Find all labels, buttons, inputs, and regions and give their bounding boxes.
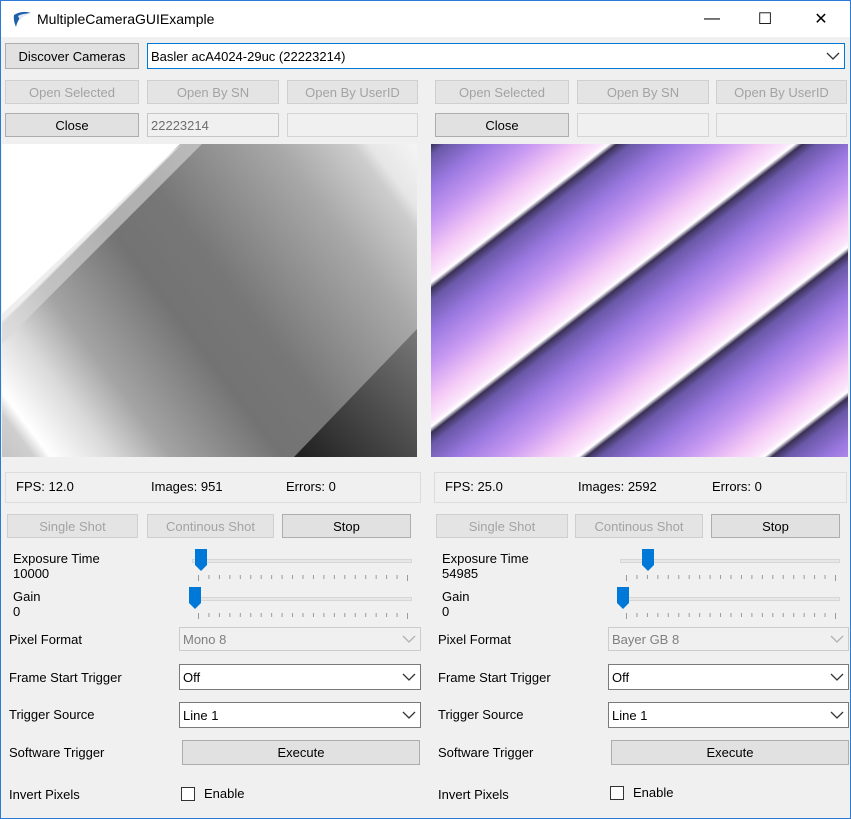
cam2-frame-start-select[interactable]: Off: [608, 664, 849, 690]
cam2-open-selected-button[interactable]: Open Selected: [435, 80, 569, 104]
cam2-stop-button[interactable]: Stop: [711, 514, 840, 538]
cam2-image-view: [431, 144, 848, 457]
cam2-userid-field[interactable]: [716, 113, 847, 137]
close-window-button[interactable]: ✕: [798, 1, 844, 37]
cam2-exposure-slider[interactable]: [613, 547, 843, 583]
minimize-icon: —: [704, 10, 720, 27]
slider-ticks: [626, 613, 836, 619]
chevron-down-icon: [402, 635, 416, 643]
cam1-pixel-format-select[interactable]: Mono 8: [179, 627, 421, 651]
cam1-stop-button[interactable]: Stop: [282, 514, 411, 538]
cam1-exposure-label: Exposure Time: [13, 551, 100, 566]
cam1-single-shot-button[interactable]: Single Shot: [7, 514, 138, 538]
cam2-errors-label: Errors: 0: [712, 479, 762, 494]
cam1-execute-button[interactable]: Execute: [182, 740, 420, 765]
cam2-pixel-format-label: Pixel Format: [438, 632, 511, 647]
chevron-down-icon: [826, 52, 840, 60]
cam1-images-label: Images: 951: [151, 479, 223, 494]
cam1-frame-start-select[interactable]: Off: [179, 664, 421, 690]
cam1-pixel-format-value: Mono 8: [183, 631, 227, 647]
cam2-enable-label[interactable]: Enable: [633, 785, 673, 800]
cam1-status-panel: FPS: 12.0 Images: 951 Errors: 0: [5, 472, 421, 503]
cam1-open-by-userid-button[interactable]: Open By UserID: [287, 80, 418, 104]
cam1-gain-slider[interactable]: [185, 585, 415, 621]
main-window: MultipleCameraGUIExample — ☐ ✕ Discover …: [0, 0, 851, 819]
cam2-open-by-userid-button[interactable]: Open By UserID: [716, 80, 847, 104]
window-title: MultipleCameraGUIExample: [37, 11, 215, 27]
cam1-fps-label: FPS: 12.0: [16, 479, 74, 494]
cam2-gain-slider[interactable]: [613, 585, 843, 621]
cam2-frame-start-value: Off: [612, 669, 630, 685]
cam2-exposure-value: 54985: [442, 566, 479, 581]
app-icon: [13, 11, 31, 27]
maximize-icon: ☐: [757, 11, 773, 28]
cam1-enable-label[interactable]: Enable: [204, 786, 244, 801]
slider-ticks: [198, 575, 408, 581]
cam1-userid-field[interactable]: [287, 113, 418, 137]
cam2-open-by-sn-button[interactable]: Open By SN: [577, 80, 709, 104]
chevron-down-icon: [402, 673, 416, 681]
slider-thumb[interactable]: [617, 587, 629, 609]
cam1-trigger-source-label: Trigger Source: [9, 707, 95, 722]
slider-ticks: [198, 613, 408, 619]
cam1-frame-start-label: Frame Start Trigger: [9, 670, 122, 685]
cam1-gain-label: Gain: [13, 589, 41, 604]
cam2-single-shot-button[interactable]: Single Shot: [436, 514, 568, 538]
slider-thumb[interactable]: [641, 549, 654, 571]
cam2-close-button[interactable]: Close: [435, 113, 569, 137]
slider-thumb[interactable]: [189, 587, 201, 609]
cam2-gain-value: 0: [442, 604, 450, 619]
chevron-down-icon: [402, 711, 416, 719]
cam2-gain-label: Gain: [442, 589, 470, 604]
cam1-enable-checkbox[interactable]: [181, 787, 195, 801]
discover-cameras-button[interactable]: Discover Cameras: [5, 43, 139, 69]
camera-select[interactable]: Basler acA4024-29uc (22223214): [147, 43, 845, 69]
chevron-down-icon: [830, 711, 844, 719]
cam2-frame-start-label: Frame Start Trigger: [438, 670, 551, 685]
cam1-errors-label: Errors: 0: [286, 479, 336, 494]
cam2-trigger-source-label: Trigger Source: [438, 707, 524, 722]
cam1-image-view: [2, 144, 417, 457]
cam1-close-button[interactable]: Close: [5, 113, 139, 137]
cam2-trigger-source-select[interactable]: Line 1: [608, 702, 849, 728]
cam2-pixel-format-value: Bayer GB 8: [612, 631, 680, 647]
cam1-open-by-sn-button[interactable]: Open By SN: [147, 80, 279, 104]
cam1-software-trigger-label: Software Trigger: [9, 745, 105, 760]
cam1-continuous-shot-button[interactable]: Continous Shot: [147, 514, 274, 538]
cam2-status-panel: FPS: 25.0 Images: 2592 Errors: 0: [434, 472, 847, 503]
cam1-open-selected-button[interactable]: Open Selected: [5, 80, 139, 104]
cam1-exposure-slider[interactable]: [185, 547, 415, 583]
cam1-exposure-value: 10000: [13, 566, 50, 581]
cam2-sn-field[interactable]: [577, 113, 709, 137]
cam2-software-trigger-label: Software Trigger: [438, 745, 534, 760]
chevron-down-icon: [830, 635, 844, 643]
close-icon: ✕: [814, 11, 828, 28]
chevron-down-icon: [830, 673, 844, 681]
slider-ticks: [626, 575, 836, 581]
cam1-trigger-source-value: Line 1: [183, 707, 219, 723]
cam2-images-label: Images: 2592: [578, 479, 657, 494]
cam2-continuous-shot-button[interactable]: Continous Shot: [575, 514, 703, 538]
cam2-enable-checkbox[interactable]: [610, 786, 624, 800]
cam2-pixel-format-select[interactable]: Bayer GB 8: [608, 627, 849, 651]
cam1-pixel-format-label: Pixel Format: [9, 632, 82, 647]
minimize-button[interactable]: —: [689, 1, 735, 37]
cam2-execute-button[interactable]: Execute: [611, 740, 849, 765]
camera-select-value: Basler acA4024-29uc (22223214): [151, 48, 346, 64]
cam1-frame-start-value: Off: [183, 669, 201, 685]
cam1-trigger-source-select[interactable]: Line 1: [179, 702, 421, 728]
title-bar: MultipleCameraGUIExample — ☐ ✕: [1, 1, 850, 37]
cam1-gain-value: 0: [13, 604, 21, 619]
cam2-trigger-source-value: Line 1: [612, 707, 648, 723]
cam1-sn-field[interactable]: 22223214: [147, 113, 279, 137]
cam2-exposure-label: Exposure Time: [442, 551, 529, 566]
cam2-fps-label: FPS: 25.0: [445, 479, 503, 494]
maximize-button[interactable]: ☐: [742, 1, 788, 37]
cam1-invert-label: Invert Pixels: [9, 787, 80, 802]
slider-thumb[interactable]: [195, 549, 208, 571]
cam2-invert-label: Invert Pixels: [438, 787, 509, 802]
